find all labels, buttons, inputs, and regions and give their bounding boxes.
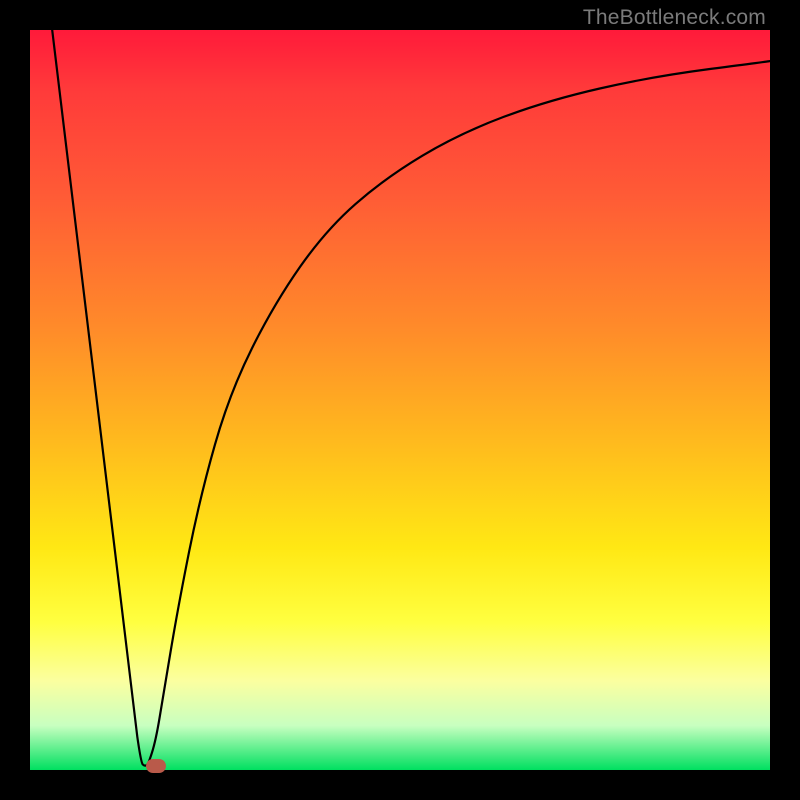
- bottleneck-curve: [52, 30, 770, 766]
- chart-frame: TheBottleneck.com: [0, 0, 800, 800]
- curve-svg: [30, 30, 770, 770]
- watermark-text: TheBottleneck.com: [583, 6, 766, 30]
- optimum-marker: [146, 759, 166, 773]
- plot-area: [30, 30, 770, 770]
